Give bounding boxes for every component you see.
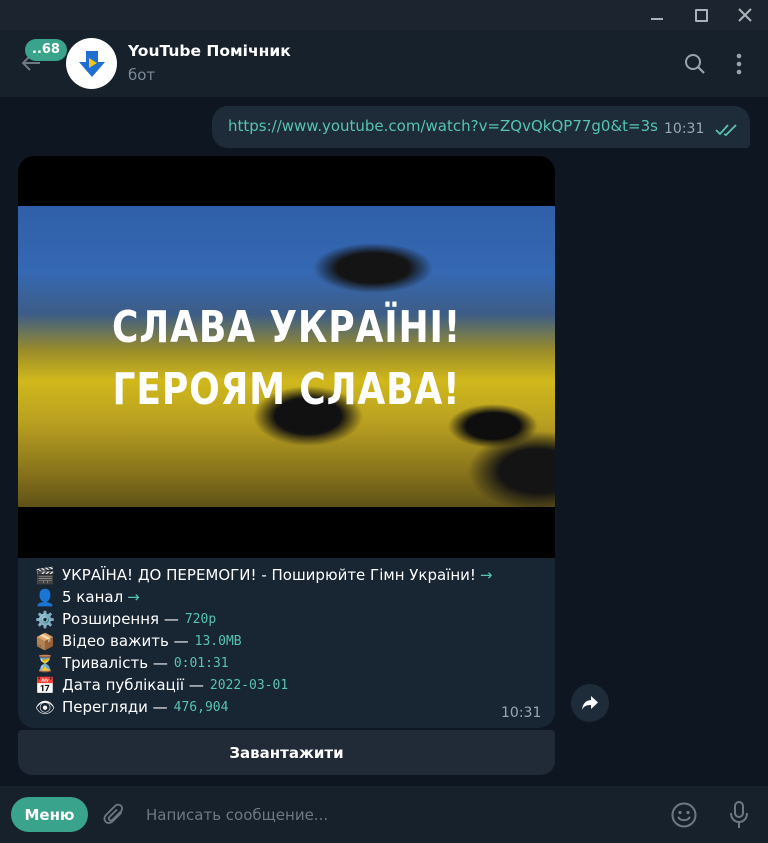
size-value: 13.0MB xyxy=(194,633,242,649)
chat-subtitle: бот xyxy=(128,66,156,84)
message-time: 10:31 xyxy=(501,705,542,721)
info-row-date: 📅 Дата публікації — 2022-03-01 xyxy=(34,674,544,696)
clapper-icon: 🎬 xyxy=(35,565,55,585)
chat-title[interactable]: YouTube Помічник xyxy=(128,42,291,60)
info-row-resolution: ⚙️ Розширення — 720p xyxy=(34,608,544,630)
message-compose-bar: Меню xyxy=(0,786,768,843)
gear-icon: ⚙️ xyxy=(35,609,55,629)
share-arrow-icon xyxy=(582,696,598,710)
outgoing-message[interactable]: https://www.youtube.com/watch?v=ZQvQkQP7… xyxy=(212,106,750,148)
video-details: 🎬 УКРАЇНА! ДО ПЕРЕМОГИ! - Поширюйте Гімн… xyxy=(34,564,544,718)
resolution-value: 720p xyxy=(184,611,217,627)
info-row-size: 📦 Відео важить — 13.0MB xyxy=(34,630,544,652)
info-row-duration: ⏳ Тривалість — 0:01:31 xyxy=(34,652,544,674)
eye-icon: 👁 xyxy=(34,697,56,717)
user-icon: 👤 xyxy=(35,587,55,607)
share-button[interactable] xyxy=(571,684,609,722)
package-icon: 📦 xyxy=(35,631,55,651)
channel-link-arrow[interactable]: → xyxy=(127,588,140,606)
more-vertical-icon[interactable] xyxy=(728,52,750,76)
info-row-channel: 👤 5 канал → xyxy=(34,586,544,608)
info-row-title: 🎬 УКРАЇНА! ДО ПЕРЕМОГИ! - Поширюйте Гімн… xyxy=(34,564,544,586)
unread-badge: ..68 xyxy=(25,39,67,61)
size-label: Відео важить — xyxy=(62,632,189,650)
hourglass-icon: ⏳ xyxy=(35,653,55,673)
close-icon[interactable] xyxy=(722,0,768,30)
message-input[interactable] xyxy=(146,800,626,830)
video-thumbnail[interactable]: СЛАВА УКРАЇНІ! ГЕРОЯМ СЛАВА! xyxy=(18,206,555,507)
paperclip-icon[interactable] xyxy=(102,802,128,828)
minimize-icon[interactable] xyxy=(634,0,680,30)
menu-button[interactable]: Меню xyxy=(11,797,88,832)
title-link-arrow[interactable]: → xyxy=(480,566,493,584)
info-row-views: 👁 Перегляди — 476,904 xyxy=(34,696,544,718)
thumbnail-text-line2: ГЕРОЯМ СЛАВА! xyxy=(112,364,461,415)
download-logo-icon xyxy=(78,50,105,77)
video-info-message[interactable]: СЛАВА УКРАЇНІ! ГЕРОЯМ СЛАВА! 🎬 УКРАЇНА! … xyxy=(18,156,555,728)
maximize-icon[interactable] xyxy=(678,0,724,30)
chat-header: ..68 YouTube Помічник бот xyxy=(0,30,768,97)
resolution-label: Розширення — xyxy=(62,610,179,628)
video-title[interactable]: УКРАЇНА! ДО ПЕРЕМОГИ! - Поширюйте Гімн У… xyxy=(62,566,476,584)
thumbnail-text-line1: СЛАВА УКРАЇНІ! xyxy=(111,302,462,353)
double-check-icon xyxy=(715,124,737,137)
window-titlebar xyxy=(0,0,768,30)
date-label: Дата публікації — xyxy=(62,676,204,694)
download-button[interactable]: Завантажити xyxy=(18,730,555,775)
avatar[interactable] xyxy=(66,38,117,89)
message-link[interactable]: https://www.youtube.com/watch?v=ZQvQkQP7… xyxy=(228,117,658,135)
microphone-icon[interactable] xyxy=(728,800,750,830)
duration-label: Тривалість — xyxy=(62,654,168,672)
video-preview[interactable]: СЛАВА УКРАЇНІ! ГЕРОЯМ СЛАВА! xyxy=(18,156,555,558)
message-time: 10:31 xyxy=(664,121,705,137)
views-value: 476,904 xyxy=(173,699,229,715)
calendar-icon: 📅 xyxy=(35,675,55,695)
date-value: 2022-03-01 xyxy=(209,677,289,693)
duration-value: 0:01:31 xyxy=(173,655,229,671)
views-label: Перегляди — xyxy=(62,698,168,716)
smiley-icon[interactable] xyxy=(670,801,698,829)
channel-name[interactable]: 5 канал xyxy=(62,588,123,606)
search-icon[interactable] xyxy=(684,53,706,75)
